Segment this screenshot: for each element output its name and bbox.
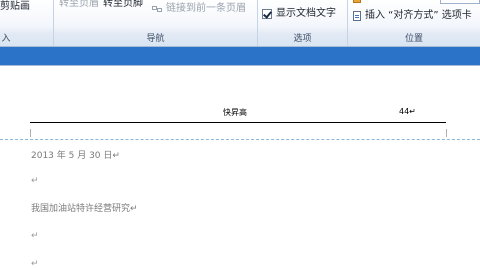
position-input[interactable] (440, 0, 480, 4)
paragraph-mark: ↵ (31, 231, 39, 241)
goto-header-button[interactable]: 转至页眉 (59, 0, 99, 10)
date-line: 2013 年 5 月 30 日↵ (31, 151, 120, 161)
group-label-position: 位置 (404, 34, 423, 44)
ribbon: 剪贴画 转至页眉 转至页脚 链接到前一条页眉 显示文档文字 插入 “对齐方式” … (0, 0, 480, 47)
header-boundary-line (0, 139, 480, 140)
crop-mark (446, 129, 447, 137)
link-chain-icon (152, 4, 164, 14)
insert-alignment-tab-icon (353, 11, 361, 21)
clipart-button[interactable]: 剪贴画 (0, 1, 30, 13)
paragraph-mark: ↵ (31, 176, 39, 186)
header-rule (30, 122, 446, 123)
title-line: 我国加油站特许经营研究↵ (31, 204, 138, 214)
position-icon (353, 0, 361, 3)
header-page-number: 44↵ (399, 107, 416, 116)
paragraph-mark: ↵ (31, 259, 39, 269)
header-title: 快昇高 (223, 108, 247, 117)
goto-footer-button[interactable]: 转至页脚 (103, 0, 143, 10)
ribbon-bottom-band (0, 47, 480, 65)
link-to-previous-button[interactable]: 链接到前一条页眉 (166, 3, 246, 15)
insert-alignment-tab-button[interactable]: 插入 “对齐方式” 选项卡 (365, 10, 472, 22)
group-label-options: 选项 (293, 34, 312, 44)
document-page[interactable]: 快昇高 44↵ 2013 年 5 月 30 日↵ ↵ 我国加油站特许经营研究↵ … (0, 66, 480, 270)
show-document-text-checkbox[interactable] (262, 9, 272, 19)
group-label-insert: 入 (1, 34, 11, 44)
show-document-text-label: 显示文档文字 (276, 8, 336, 19)
group-label-navigation: 导航 (146, 34, 165, 44)
crop-mark (30, 129, 31, 137)
